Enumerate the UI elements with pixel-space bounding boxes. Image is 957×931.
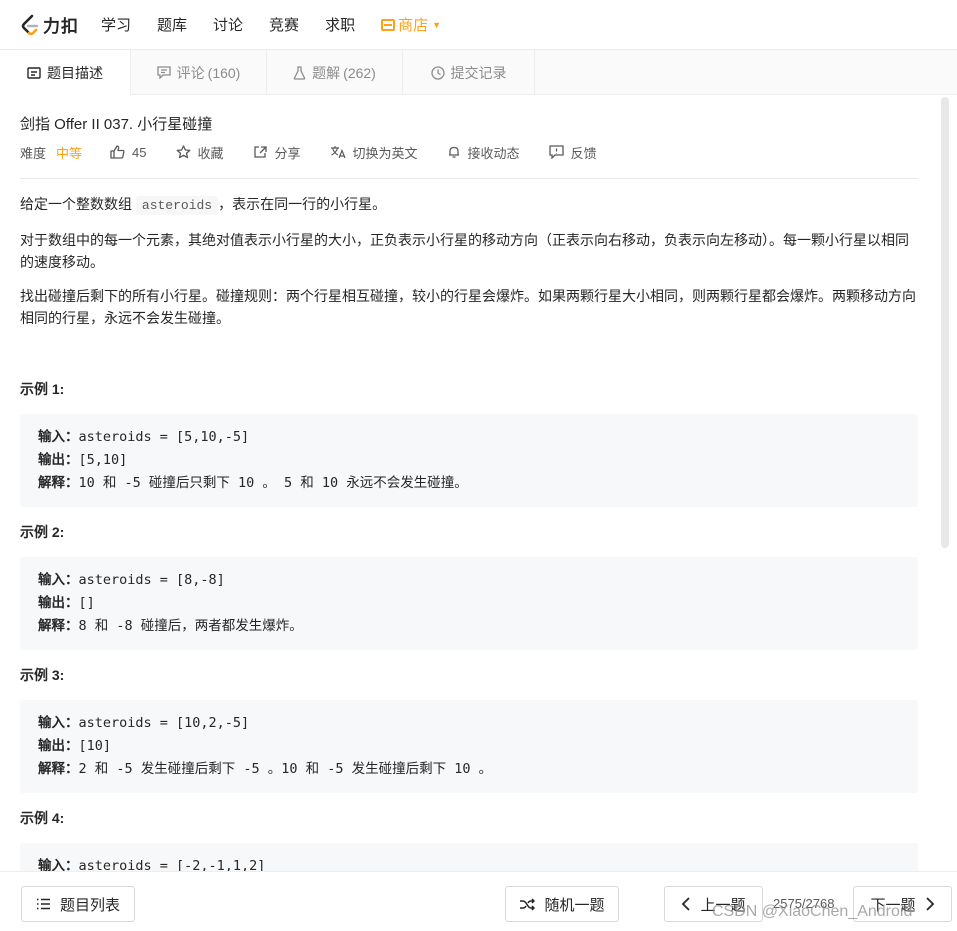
tab-comments-label: 评论 <box>176 64 205 81</box>
explain-label: 解释： <box>38 475 79 491</box>
output-label: 输出： <box>38 595 79 611</box>
problem-list-button[interactable]: 题目列表 <box>21 886 135 922</box>
explain-value: 10 和 -5 碰撞后只剩下 10 。 5 和 10 永远不会发生碰撞。 <box>78 475 468 491</box>
feedback-button[interactable]: 反馈 <box>548 143 597 162</box>
description-text: ，表示在同一行的小行星。 <box>218 196 387 212</box>
problem-meta-bar: 难度 中等 45 收藏 分享 切换为英文 接收动态 反馈 <box>20 143 626 161</box>
output-value: [] <box>78 595 95 611</box>
input-label: 输入： <box>38 429 79 445</box>
share-button[interactable]: 分享 <box>253 143 301 162</box>
shop-label: 商店 <box>398 17 429 34</box>
description-paragraph-3: 找出碰撞后剩下的所有小行星。碰撞规则：两个行星相互碰撞，较小的行星会爆炸。如果两… <box>20 288 916 326</box>
problem-list-label: 题目列表 <box>59 896 120 914</box>
input-value: asteroids = [8,-8] <box>78 572 225 588</box>
explain-label: 解释： <box>38 761 79 777</box>
nav-item-learn[interactable]: 学习 <box>101 14 131 35</box>
description-icon <box>27 67 41 79</box>
caret-down-icon: ▼ <box>432 19 442 30</box>
example-title: 示例 2: <box>20 524 65 540</box>
shop-icon <box>381 18 396 31</box>
output-value: [10] <box>78 738 112 754</box>
comment-icon <box>157 66 171 79</box>
tab-solutions-label: 题解 <box>312 64 341 81</box>
share-label: 分享 <box>274 145 301 161</box>
chevron-right-icon <box>925 897 934 911</box>
example-title: 示例 1: <box>20 381 65 397</box>
follow-button[interactable]: 接收动态 <box>447 143 520 162</box>
nav-item-discuss[interactable]: 讨论 <box>213 14 243 35</box>
example-block: 输入：asteroids = [10,2,-5] 输出：[10] 解释：2 和 … <box>20 700 918 793</box>
description-text: 给定一个整数数组 <box>20 196 136 212</box>
difficulty-badge: 中等 <box>56 145 83 161</box>
example-block: 输入：asteroids = [-2,-1,1,2] <box>20 843 918 871</box>
feedback-icon <box>548 145 564 159</box>
content-scrollbar[interactable] <box>941 97 949 548</box>
explain-label: 解释： <box>38 618 79 634</box>
tab-comments-count: (160) <box>207 64 241 81</box>
example-block: 输入：asteroids = [8,-8] 输出：[] 解释：8 和 -8 碰撞… <box>20 557 918 650</box>
nav-item-contest[interactable]: 竞赛 <box>269 14 299 35</box>
problem-content: 剑指 Offer II 037. 小行星碰撞 难度 中等 45 收藏 分享 切换… <box>20 95 918 871</box>
example-title: 示例 4: <box>20 810 65 826</box>
star-icon <box>176 145 190 159</box>
example-title: 示例 3: <box>20 667 65 683</box>
explain-value: 2 和 -5 发生碰撞后剩下 -5 。10 和 -5 发生碰撞后剩下 10 。 <box>78 761 493 777</box>
example-block: 输入：asteroids = [5,10,-5] 输出：[5,10] 解释：10… <box>20 414 918 507</box>
favorite-label: 收藏 <box>197 145 224 161</box>
watermark: CSDN @XiaoChen_Android <box>712 903 913 920</box>
like-button[interactable]: 45 <box>110 144 147 160</box>
logo-text: 力扣 <box>43 17 79 36</box>
switch-language-label: 切换为英文 <box>352 145 418 161</box>
feedback-label: 反馈 <box>570 145 597 161</box>
input-value: asteroids = [-2,-1,1,2] <box>78 858 266 871</box>
input-value: asteroids = [10,2,-5] <box>78 715 250 731</box>
translate-icon <box>330 146 346 159</box>
input-label: 输入： <box>38 572 79 588</box>
description-paragraph-2: 对于数组中的每一个元素，其绝对值表示小行星的大小，正负表示小行星的移动方向（正表… <box>20 232 909 270</box>
output-label: 输出： <box>38 452 79 468</box>
problem-title: 剑指 Offer II 037. 小行星碰撞 <box>20 116 213 133</box>
tab-submissions[interactable]: 提交记录 <box>403 50 535 95</box>
tab-solutions[interactable]: 题解 (262) <box>267 50 403 95</box>
share-icon <box>253 146 267 158</box>
output-label: 输出： <box>38 738 79 754</box>
input-label: 输入： <box>38 858 79 871</box>
inline-code: asteroids <box>135 196 219 215</box>
follow-label: 接收动态 <box>467 145 520 161</box>
flask-icon <box>293 65 306 80</box>
footer-bar: 题目列表 随机一题 上一题 2575/2768 下一题 CSDN @XiaoCh… <box>0 871 957 931</box>
problem-tabs: 题目描述 评论 (160) 题解 (262) 提交记录 <box>0 50 957 96</box>
chevron-left-icon <box>682 897 691 911</box>
top-navbar: 力扣 学习 题库 讨论 竞赛 求职 商店 ▼ <box>0 0 957 50</box>
history-icon <box>430 65 445 80</box>
tab-description[interactable]: 题目描述 <box>0 50 131 96</box>
switch-language-button[interactable]: 切换为英文 <box>330 143 418 162</box>
favorite-button[interactable]: 收藏 <box>176 143 224 162</box>
divider <box>20 178 918 179</box>
difficulty-label: 难度 <box>20 145 47 161</box>
output-value: [5,10] <box>78 452 128 468</box>
tab-comments[interactable]: 评论 (160) <box>131 50 267 95</box>
nav-item-jobs[interactable]: 求职 <box>325 14 355 35</box>
nav-item-problemset[interactable]: 题库 <box>157 14 187 35</box>
bell-icon <box>448 146 459 158</box>
random-problem-label: 随机一题 <box>544 896 605 914</box>
shuffle-icon <box>520 897 536 911</box>
random-problem-button[interactable]: 随机一题 <box>505 886 619 922</box>
like-count: 45 <box>132 144 147 160</box>
tab-submissions-label: 提交记录 <box>450 64 507 81</box>
logo[interactable]: 力扣 <box>20 12 79 37</box>
input-label: 输入： <box>38 715 79 731</box>
thumbs-up-icon <box>110 145 125 159</box>
description-paragraph-1: 给定一个整数数组 asteroids ，表示在同一行的小行星。 <box>20 193 918 217</box>
explain-value: 8 和 -8 碰撞后，两者都发生爆炸。 <box>78 618 303 634</box>
leetcode-logo-icon <box>21 14 39 35</box>
list-icon <box>36 898 50 910</box>
nav-item-shop[interactable]: 商店 ▼ <box>381 14 441 35</box>
tab-solutions-count: (262) <box>343 64 376 81</box>
input-value: asteroids = [5,10,-5] <box>78 429 250 445</box>
tab-description-label: 题目描述 <box>47 65 103 81</box>
